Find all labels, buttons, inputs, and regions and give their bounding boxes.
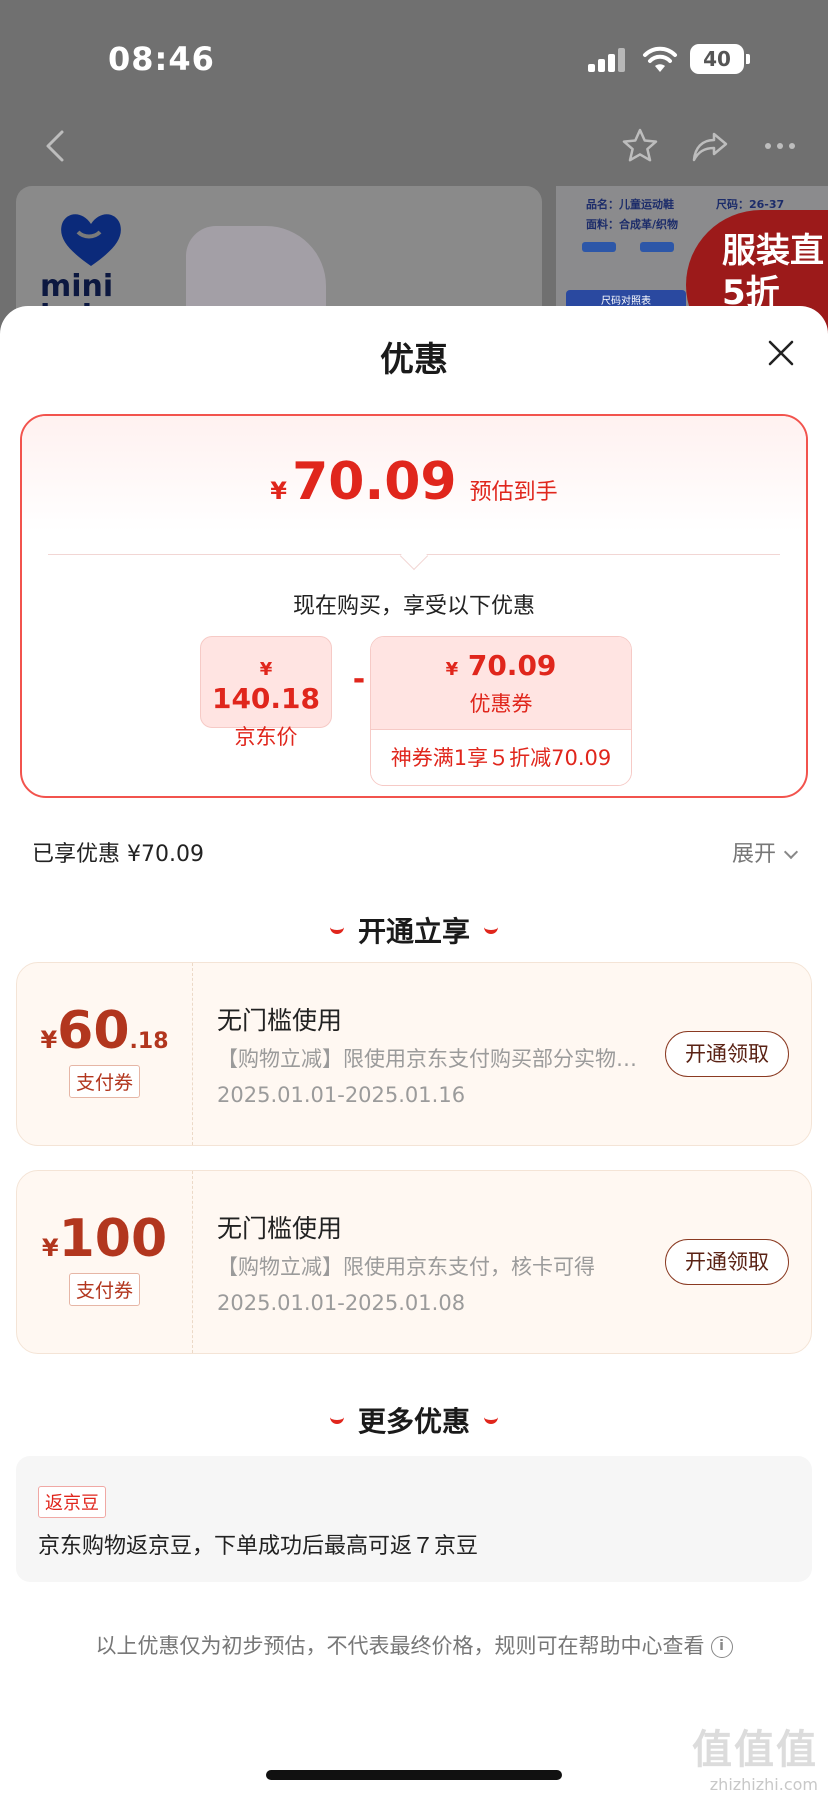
jd-price-value-line: ¥ 140.18 [201,649,331,715]
expand-label: 展开 [731,842,776,867]
final-price-yen: ¥ [270,477,287,505]
smile-deco-icon [329,1417,344,1424]
coupon-yen: ¥ [40,1026,58,1054]
watermark: 值值值 zhizhizhi.com [692,1717,818,1794]
divider-notch [399,541,429,571]
jd-beans-text: 京东购物返京豆，下单成功后最高可返７京豆 [38,1534,479,1559]
coupon-discount-top: ¥ 70.09 优惠券 [371,637,631,729]
final-price-note: 预估到手 [469,480,558,505]
jd-beans-tag: 返京豆 [38,1486,106,1518]
activate-claim-button[interactable]: 开通领取 [665,1031,789,1077]
pay-coupon-card: ¥100 支付券 无门槛使用 【购物立减】限使用京东支付，核卡可得 2025.0… [16,1170,812,1354]
side-material: 面料：合成革/织物 [586,218,679,231]
coupon-amount-int: 100 [58,1209,168,1269]
disclaimer-footnote: 以上优惠仅为初步预估，不代表最终价格，规则可在帮助中心查看 i [0,1630,828,1660]
jd-price-label: 京东价 [234,725,298,749]
coupon-value: 70.09 [467,649,557,682]
expand-toggle[interactable]: 展开 [731,836,799,868]
watermark-cn: 值值值 [692,1727,818,1773]
coupon-discount-box: ¥ 70.09 优惠券 神券满1享５折减70.09 [370,636,632,786]
activate-claim-button[interactable]: 开通领取 [665,1239,789,1285]
coupon-value-line: ¥ 70.09 [371,637,631,682]
favorite-star-icon[interactable] [620,126,660,166]
home-indicator[interactable] [266,1770,562,1780]
final-price-line: ¥ 70.09 预估到手 [22,452,806,512]
enjoy-text: 现在购买，享受以下优惠 [292,594,535,619]
final-price: 70.09 [292,452,457,512]
coupon-title: 无门槛使用 [217,1214,343,1243]
smile-deco-icon [329,927,344,934]
coupon-rule: 【购物立减】限使用京东支付，核卡可得 [217,1255,595,1279]
coupon-date: 2025.01.01-2025.01.08 [217,1291,466,1315]
section-more-title: 更多优惠 [0,1400,828,1440]
smile-deco-icon [484,927,498,934]
brand-logo-text-1: mini [40,269,114,304]
jd-beans-offer: 返京豆 京东购物返京豆，下单成功后最高可返７京豆 [16,1456,812,1582]
more-options-icon[interactable] [760,126,800,166]
side-color-chip [582,242,616,252]
section-open-label: 开通立享 [357,915,470,948]
close-icon[interactable] [766,338,796,368]
discount-sheet: 优惠 ¥ 70.09 预估到手 现在购买，享受以下优惠 ¥ 140.18 京东价… [0,306,828,1800]
back-icon[interactable] [36,126,76,166]
disclaimer-text: 以上优惠仅为初步预估，不代表最终价格，规则可在帮助中心查看 [95,1634,705,1658]
brand-heart-icon [61,214,121,266]
status-time: 08:46 [108,40,215,78]
section-open-title: 开通立享 [0,910,828,950]
side-color-chip [640,242,674,252]
chevron-down-icon [783,844,799,860]
sheet-title: 优惠 [380,340,448,380]
smile-deco-icon [484,1417,498,1424]
section-more-label: 更多优惠 [357,1405,470,1438]
coupon-amount-decimal: .18 [129,1029,169,1054]
coupon-yen: ¥ [41,1234,59,1262]
share-icon[interactable] [690,126,730,166]
jd-price-value: 140.18 [211,682,321,715]
enjoyed-discount: 已享优惠 ¥70.09 [32,842,204,867]
product-nav-bar [0,126,828,166]
coupon-desc: 神券满1享５折减70.09 [371,729,631,785]
coupon-date: 2025.01.01-2025.01.16 [217,1083,466,1107]
pay-coupon-card: ¥60.18 支付券 无门槛使用 【购物立减】限使用京东支付购买部分实物商品 2… [16,962,812,1146]
coupon-amount: ¥100 [17,1209,192,1269]
jd-price-yen: ¥ [259,659,273,680]
coupon-amount-area: ¥100 支付券 [17,1171,193,1353]
price-summary-card: ¥ 70.09 预估到手 现在购买，享受以下优惠 ¥ 140.18 京东价 - … [20,414,808,798]
coupon-title: 无门槛使用 [217,1006,343,1035]
battery-icon: 40 [690,44,750,74]
info-icon[interactable]: i [710,1636,733,1658]
coupon-type-tag: 支付券 [68,1065,140,1098]
coupon-rule: 【购物立减】限使用京东支付购买部分实物商品 [217,1047,657,1071]
signal-icon [588,48,626,72]
coupon-amount: ¥60.18 [17,1001,192,1061]
coupon-amount-int: 60 [57,1001,130,1061]
coupon-type-tag: 支付券 [68,1273,140,1306]
coupon-amount-area: ¥60.18 支付券 [17,963,193,1145]
coupon-yen: ¥ [445,659,459,680]
wifi-icon [643,46,677,72]
watermark-en: zhizhizhi.com [709,1775,818,1794]
jd-price-box: ¥ 140.18 京东价 [200,636,332,749]
coupon-label: 优惠券 [469,692,533,716]
side-name: 品名：儿童运动鞋 [586,198,674,211]
status-bar: 08:46 40 [0,40,828,84]
